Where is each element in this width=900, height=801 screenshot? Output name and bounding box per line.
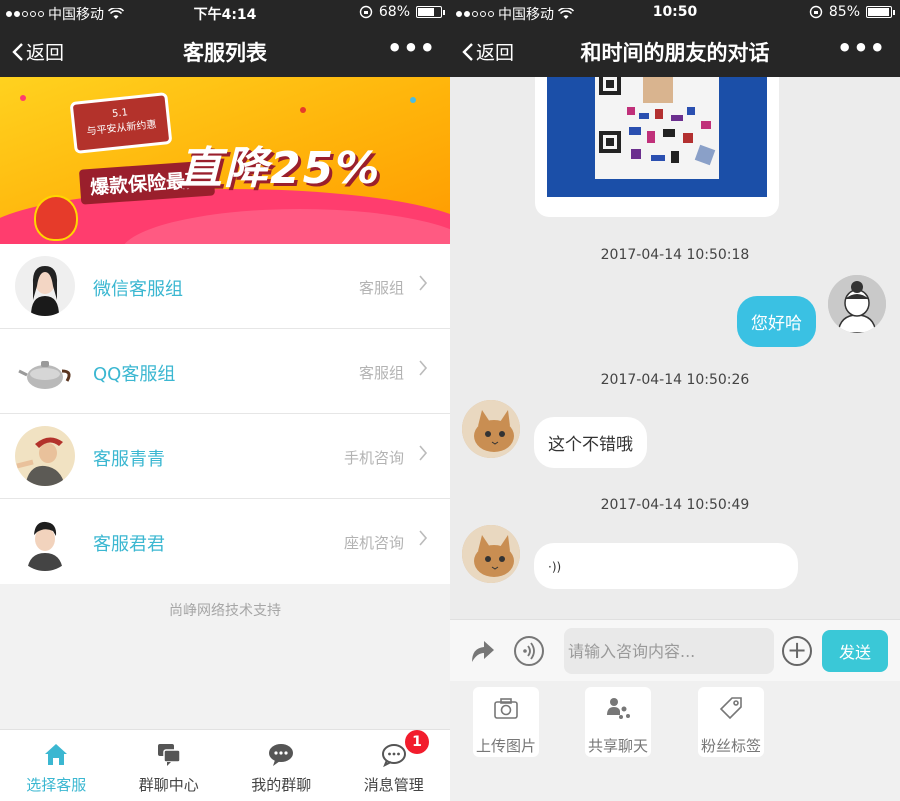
chevron-right-icon [419, 530, 428, 546]
share-arrow-icon[interactable] [468, 636, 496, 664]
banner-discount: 直降25% [178, 143, 382, 194]
promo-banner[interactable]: 5.1 与平安从新约惠 爆款保险最高 直降25% [0, 77, 450, 244]
image-message[interactable] [535, 77, 779, 217]
banner-sign: 5.1 与平安从新约惠 [69, 92, 173, 154]
share-chat-button[interactable]: 共享聊天 [585, 687, 651, 757]
list-item[interactable]: QQ客服组 客服组 [0, 329, 450, 414]
service-name: 客服君君 [93, 534, 165, 555]
tab-message-management[interactable]: 1 消息管理 [338, 730, 451, 801]
message-timestamp: 2017-04-14 10:50:49 [600, 497, 750, 513]
avatar [15, 426, 75, 486]
service-tag: 客服组 [358, 279, 404, 297]
nav-bar: 返回 和时间的朋友的对话 ••• [450, 24, 900, 77]
upload-image-button[interactable]: 上传图片 [473, 687, 539, 757]
rotation-lock-icon [809, 5, 823, 19]
message-list[interactable]: 2017-04-14 10:50:18 您好哈 2017-04-14 10:50… [450, 77, 900, 619]
tab-select-service[interactable]: 选择客服 [0, 730, 113, 801]
tab-label: 群聊中心 [138, 776, 199, 794]
home-icon [45, 744, 68, 765]
chat-title: 和时间的朋友的对话 [580, 41, 770, 65]
chevron-right-icon [419, 360, 428, 376]
rotation-lock-icon [359, 5, 373, 19]
my-chat-icon [269, 744, 294, 766]
battery-percent: 85% [828, 4, 860, 20]
page-title: 客服列表 [183, 41, 267, 65]
service-name: 客服青青 [93, 449, 165, 470]
avatar [15, 341, 75, 401]
status-bar: 中国移动 下午4:14 68% [0, 0, 450, 24]
message-bubble-received[interactable]: 这个不错哦 [534, 417, 647, 468]
sound-wave-icon [523, 642, 535, 660]
service-tag: 手机咨询 [343, 449, 404, 467]
chevron-right-icon [419, 445, 428, 461]
service-name: 微信客服组 [93, 279, 183, 300]
service-tag: 客服组 [358, 364, 404, 382]
service-name: QQ客服组 [93, 364, 176, 385]
qr-code-image [547, 77, 767, 197]
battery-percent: 68% [378, 4, 410, 20]
voice-toggle-button[interactable] [514, 636, 544, 666]
tab-label: 消息管理 [363, 776, 424, 794]
tab-my-group-chat[interactable]: 我的群聊 [225, 730, 338, 801]
avatar [15, 256, 75, 316]
tool-label: 共享聊天 [587, 737, 648, 755]
nav-bar: 返回 客服列表 ••• [0, 24, 450, 77]
tag-icon [719, 697, 742, 720]
contact-avatar [462, 400, 520, 458]
my-avatar [828, 275, 886, 333]
tab-group-chat-center[interactable]: 群聊中心 [113, 730, 226, 801]
service-tag: 座机咨询 [343, 534, 404, 552]
list-item[interactable]: 客服君君 座机咨询 [0, 499, 450, 584]
tab-bar: 选择客服 群聊中心 我的群聊 1 消息管理 [0, 729, 450, 801]
voice-wave-icon: ·)) [548, 560, 562, 574]
tool-label: 上传图片 [475, 737, 536, 755]
unread-badge: 1 [405, 730, 429, 754]
customer-service-list-screen: 中国移动 下午4:14 68% 返回 客服列表 ••• 5.1 与平安从新约惠 … [0, 0, 450, 801]
message-input[interactable] [564, 628, 774, 674]
input-bar: + 发送 [450, 619, 900, 681]
send-button[interactable]: 发送 [822, 630, 888, 672]
message-bubble-sent[interactable]: 您好哈 [737, 296, 816, 347]
chat-screen: 中国移动 10:50 85% 返回 和时间的朋友的对话 ••• 2017-04-… [450, 0, 900, 801]
tool-label: 粉丝标签 [700, 737, 761, 755]
message-timestamp: 2017-04-14 10:50:26 [600, 372, 750, 388]
chevron-right-icon [419, 275, 428, 291]
battery-icon [866, 6, 895, 18]
money-bag-icon [34, 195, 78, 241]
contact-avatar [462, 525, 520, 583]
tool-panel: 上传图片 共享聊天 粉丝标签 [450, 681, 900, 801]
battery-icon [416, 6, 445, 18]
camera-icon [494, 698, 518, 719]
tab-label: 选择客服 [26, 776, 87, 794]
group-chat-icon [157, 744, 181, 766]
message-timestamp: 2017-04-14 10:50:18 [600, 247, 750, 263]
service-list: 微信客服组 客服组 QQ客服组 客服组 客服青青 手机咨询 客服君君 座机咨询 [0, 244, 450, 584]
add-more-button[interactable]: + [782, 636, 812, 666]
list-item[interactable]: 微信客服组 客服组 [0, 244, 450, 329]
voice-message-bubble[interactable]: ·)) [534, 543, 798, 589]
tab-label: 我的群聊 [251, 776, 312, 794]
message-icon [381, 744, 406, 768]
more-menu-button[interactable]: ••• [837, 34, 886, 62]
fan-tag-button[interactable]: 粉丝标签 [698, 687, 764, 757]
avatar [15, 511, 75, 571]
status-bar: 中国移动 10:50 85% [450, 0, 900, 24]
more-menu-button[interactable]: ••• [387, 34, 436, 62]
list-item[interactable]: 客服青青 手机咨询 [0, 414, 450, 499]
tech-support-note: 尚峥网络技术支持 [169, 603, 281, 619]
share-users-icon [607, 698, 630, 719]
